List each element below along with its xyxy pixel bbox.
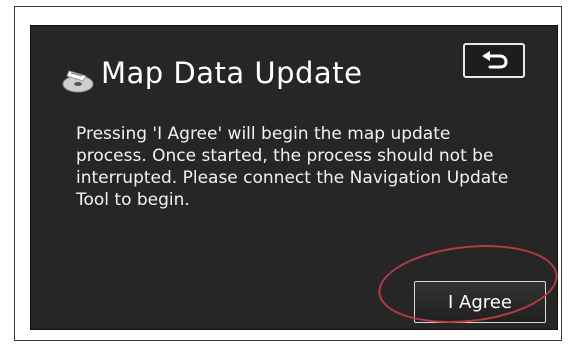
return-arrow-icon (482, 51, 508, 69)
agree-button[interactable]: I Agree (414, 281, 546, 323)
back-button[interactable] (463, 43, 525, 78)
screenshot-page: Map Data Update Pressing 'I Agree' will … (0, 0, 569, 347)
dialog-title: Map Data Update (101, 56, 363, 90)
dialog-message: Pressing 'I Agree' will begin the map up… (76, 124, 509, 210)
disc-icon (62, 70, 94, 93)
map-update-dialog: Map Data Update Pressing 'I Agree' will … (30, 25, 558, 330)
